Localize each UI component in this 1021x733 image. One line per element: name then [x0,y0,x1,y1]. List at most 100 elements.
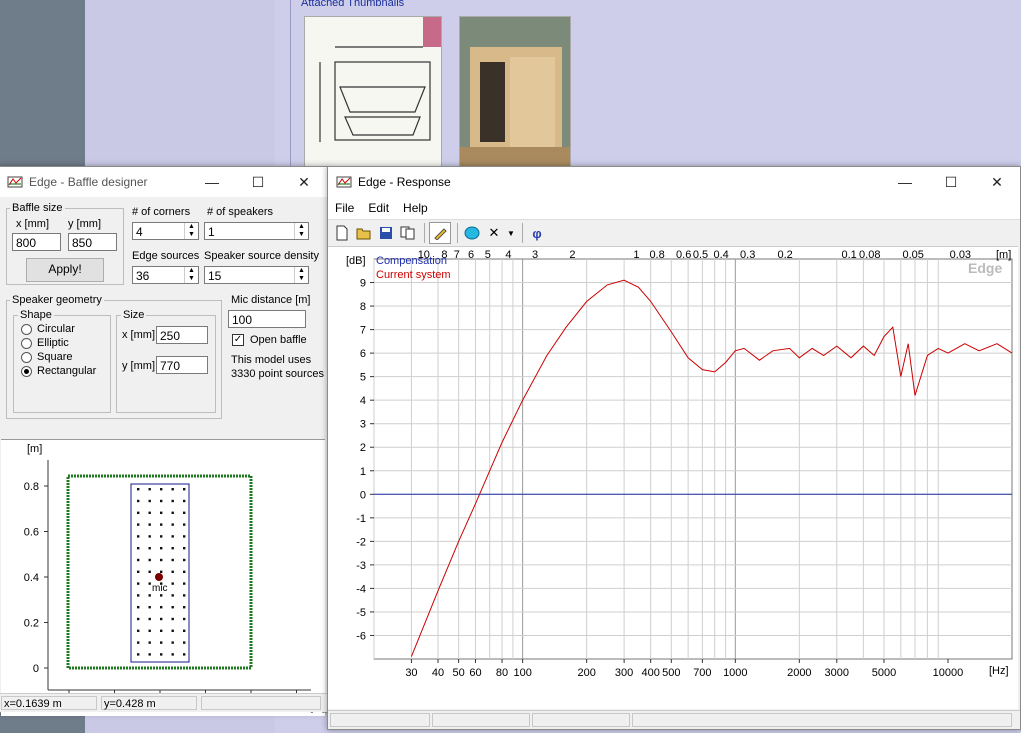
point-source-dot [183,570,186,573]
speakers-spinner[interactable]: 1 ▲ ▼ [204,222,309,240]
shape-radio-square[interactable]: Square [21,351,72,363]
spinner-arrows-icon[interactable]: ▲ ▼ [294,223,308,239]
baffle-layout-plot: [m] [m] 0.80.60.40.2000.20.40.60.81 mic [24,443,326,713]
toolbar-separator [424,223,425,243]
phase-phi-icon[interactable]: φ [527,223,547,243]
baffle-outline [66,474,253,670]
top-tick-label: 0.08 [859,249,880,261]
open-folder-icon[interactable] [354,223,374,243]
point-source-dot [183,547,186,550]
response-chart-area[interactable]: 9 8 7 6 5 4 3 2 1 0 -1 -2 -3 -4 -5 -6 30 40 50 60 80 100 200 30… [328,246,1018,709]
mic-label: mic [152,583,168,594]
shape-radio-circular[interactable]: Circular [21,323,75,335]
status-x-coordinate: x=0.1639 m [1,696,97,710]
menu-help[interactable]: Help [396,201,435,215]
apply-button[interactable]: Apply! [26,258,104,282]
size-x-input[interactable]: 250 [156,326,208,344]
size-y-input[interactable]: 770 [156,356,208,374]
x-tick-label: 3000 [825,667,849,679]
point-source-dot [137,606,140,609]
minimize-button[interactable]: — [189,167,235,197]
point-source-dot [137,488,140,491]
mic-distance-label: Mic distance [m] [231,294,311,306]
point-source-dot [171,570,174,573]
point-source-dot [148,594,151,597]
thumbnail-cabinet-photo[interactable] [459,16,571,170]
baffle-y-tick-label: 0.6 [24,527,39,539]
response-titlebar[interactable]: Edge - Response — ☐ ✕ [328,167,1020,197]
delete-x-icon[interactable]: ✕ [484,223,504,243]
close-button[interactable]: ✕ [281,167,327,197]
thumbnail-sketch[interactable] [304,16,442,170]
top-tick-label: 0.2 [777,249,792,261]
x-tick-label: 1000 [723,667,747,679]
point-source-dot [183,606,186,609]
open-baffle-label: Open baffle [250,334,307,346]
point-source-dot [160,523,163,526]
corners-spinner[interactable]: 4 ▲ ▼ [132,222,199,240]
spinner-arrows-icon[interactable]: ▲ ▼ [294,267,308,283]
maximize-button[interactable]: ☐ [928,167,974,197]
attached-thumbnails-label: Attached Thumbnails [299,0,407,9]
point-source-dot [183,558,186,562]
point-source-dot [137,653,140,656]
point-source-dot [148,488,151,491]
save-icon[interactable] [376,223,396,243]
close-button[interactable]: ✕ [974,167,1020,197]
model-note-line2: 3330 point sources [231,368,324,380]
menu-edit[interactable]: Edit [361,201,396,215]
open-baffle-checkbox[interactable]: ✓ Open baffle [232,334,307,346]
edge-sources-spinner[interactable]: 36 ▲ ▼ [132,266,199,284]
point-source-grid [137,488,186,656]
point-source-dot [137,582,140,585]
minimize-button[interactable]: — [882,167,928,197]
point-source-dot [160,499,163,503]
mic-distance-input[interactable]: 100 [228,310,306,328]
top-tick-label: 4 [505,249,511,261]
speaker-model-icon[interactable] [462,223,482,243]
radio-icon [21,337,32,349]
point-source-dot [160,653,163,656]
point-source-dot [137,558,140,562]
point-source-dot [171,488,174,491]
point-source-dot [171,523,174,526]
point-source-dot [171,629,174,632]
copy-icon[interactable] [398,223,418,243]
x-tick-label: 10000 [933,667,964,679]
point-source-dot [171,511,174,514]
dropdown-arrow-icon[interactable]: ▼ [506,223,516,243]
shape-radio-elliptic[interactable]: Elliptic [21,337,69,349]
point-source-dot [183,617,186,621]
maximize-button[interactable]: ☐ [235,167,281,197]
point-source-dot [183,582,186,585]
status-y-coordinate: y=0.428 m [101,696,197,710]
point-source-dot [160,617,163,621]
baffle-x-input[interactable]: 800 [12,233,61,251]
baffle-titlebar[interactable]: Edge - Baffle designer — ☐ ✕ [0,167,327,197]
spinner-arrows-icon[interactable]: ▲ ▼ [184,223,198,239]
frequency-response-chart: 9876543210-1-2-3-4-5-630 40 50 60 80 100 200 30… [346,249,1013,679]
point-source-dot [160,629,163,632]
point-source-dot [137,535,140,538]
point-source-dot [148,547,151,550]
density-spinner[interactable]: 15 ▲ ▼ [204,266,309,284]
point-source-dot [171,617,174,621]
x-tick-label: 2000 [787,667,811,679]
baffle-plot-area[interactable]: [m] [m] 0.80.60.40.2000.20.40.60.81 mic [1,439,325,716]
point-source-dot [148,558,151,562]
new-file-icon[interactable] [332,223,352,243]
point-source-dot [137,523,140,526]
corners-value: 4 [136,225,143,239]
top-tick-label: 0.4 [713,249,728,261]
response-menubar: File Edit Help [328,197,1020,220]
top-tick-label: 0.05 [902,249,923,261]
x-tick-label: 30 [405,667,417,679]
point-source-dot [171,606,174,609]
menu-file[interactable]: File [328,201,361,215]
mic-marker [155,573,163,581]
spinner-arrows-icon[interactable]: ▲ ▼ [184,267,198,283]
pencil-icon[interactable] [429,222,451,244]
shape-radio-rectangular[interactable]: Rectangular [21,365,96,377]
baffle-y-input[interactable]: 850 [68,233,117,251]
point-source-dot [160,511,163,514]
